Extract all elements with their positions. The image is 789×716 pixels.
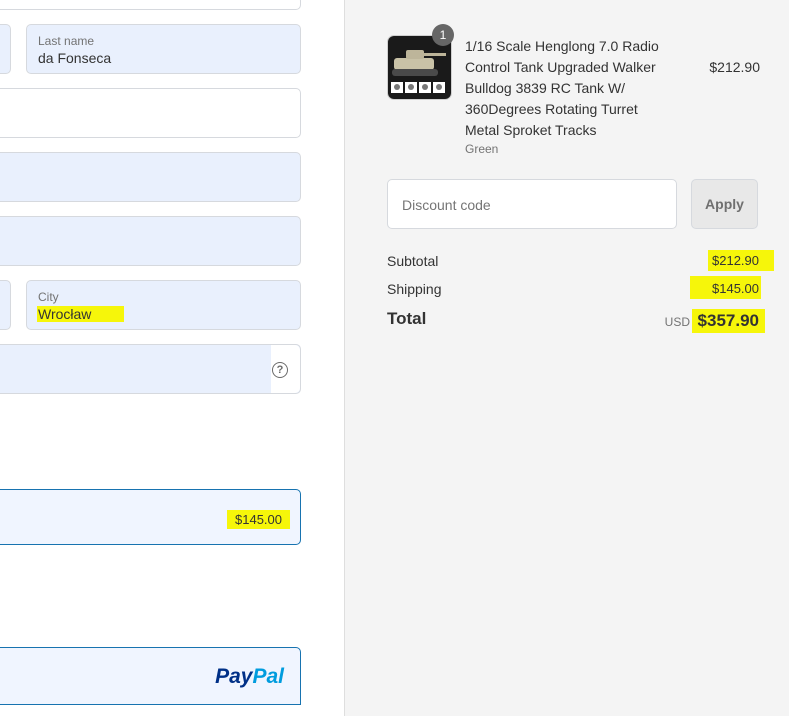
- shipping-method-option[interactable]: $145.00: [0, 489, 301, 545]
- shipping-label: Shipping: [387, 281, 442, 297]
- city-field[interactable]: City Wrocław: [26, 280, 301, 330]
- order-summary-panel: 1 1/16 Scale Henglong 7.0 Radio Control …: [344, 0, 789, 716]
- phone-field[interactable]: ?: [0, 344, 301, 394]
- city-label: City: [38, 290, 59, 304]
- product-name: 1/16 Scale Henglong 7.0 Radio Control Ta…: [465, 38, 659, 138]
- discount-code-input[interactable]: [400, 196, 664, 214]
- product-price: $212.90: [709, 59, 760, 75]
- address-field[interactable]: [0, 152, 301, 202]
- paypal-logo-pay: Pay: [215, 665, 253, 688]
- shipping-method-price: $145.00: [227, 510, 290, 529]
- total-value: $357.90: [691, 309, 765, 333]
- apply-discount-button[interactable]: Apply: [691, 179, 758, 229]
- total-label: Total: [387, 309, 427, 328]
- city-value: Wrocław: [37, 306, 124, 322]
- checkout-form-panel: Last name da Fonseca City Wrocław ? $145…: [0, 0, 345, 716]
- last-name-value: da Fonseca: [38, 50, 112, 66]
- shipping-value: $145.00: [690, 276, 761, 299]
- last-name-field[interactable]: Last name da Fonseca: [26, 24, 301, 74]
- apartment-field[interactable]: [0, 216, 301, 266]
- company-field[interactable]: [0, 88, 301, 138]
- last-name-label: Last name: [38, 34, 95, 48]
- paypal-payment-option[interactable]: PayPal: [0, 647, 301, 705]
- first-name-field[interactable]: [0, 24, 11, 74]
- product-variant: Green: [465, 142, 499, 156]
- subtotal-value: $212.90: [708, 250, 774, 271]
- subtotal-label: Subtotal: [387, 253, 439, 269]
- currency-code: USD: [664, 315, 690, 329]
- postal-code-field[interactable]: [0, 280, 11, 330]
- paypal-logo: PayPal: [215, 665, 284, 689]
- help-icon[interactable]: ?: [272, 362, 288, 378]
- paypal-logo-pal: Pal: [252, 665, 284, 688]
- quantity-badge: 1: [432, 24, 454, 46]
- address-field-top[interactable]: [0, 0, 301, 10]
- discount-field[interactable]: [387, 179, 677, 229]
